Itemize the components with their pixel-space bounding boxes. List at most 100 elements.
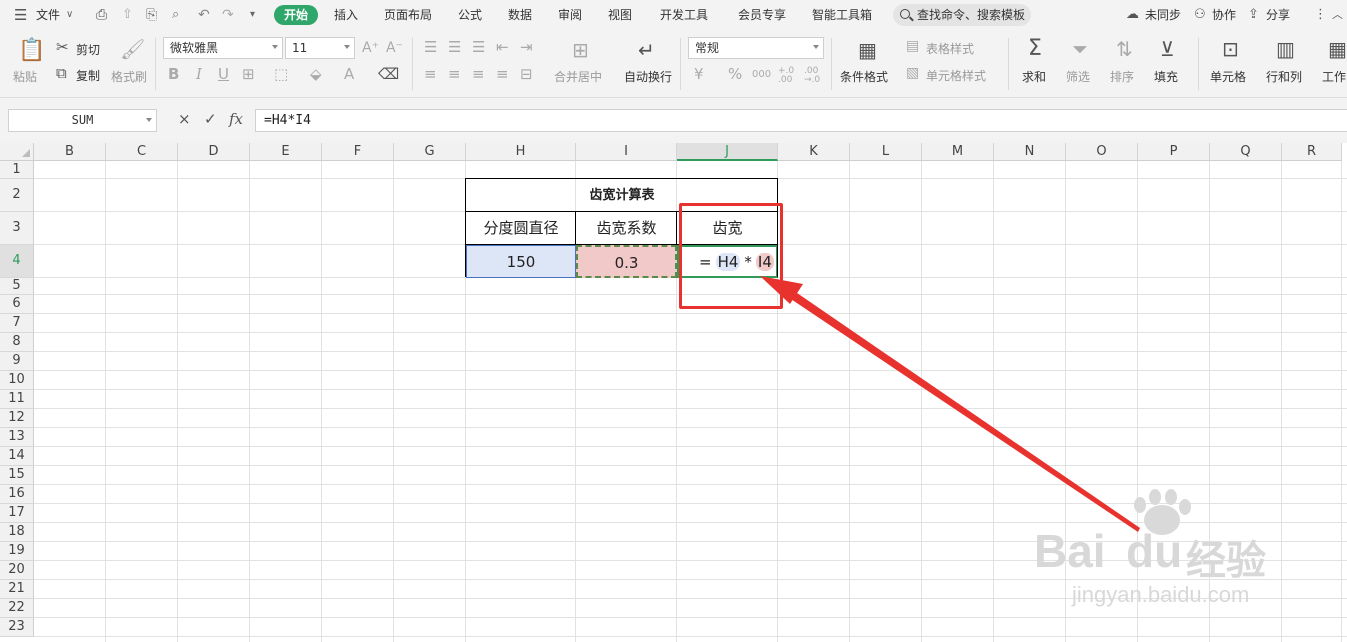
column-header-l[interactable]: L — [850, 143, 922, 161]
undo-icon[interactable]: ↶ — [198, 0, 210, 30]
align-top-icon[interactable]: ☰ — [424, 39, 437, 55]
align-center-icon[interactable]: ≡ — [448, 66, 461, 82]
print-preview-icon[interactable]: ⌕ — [172, 0, 179, 30]
row-header-18[interactable]: 18 — [0, 523, 34, 542]
cell-h4[interactable]: 150 — [466, 245, 576, 278]
distribute-icon[interactable]: ⊟ — [520, 66, 533, 82]
quick-access-dropdown-icon[interactable]: ▾ — [250, 0, 255, 30]
worksheet-button[interactable]: 工作 — [1322, 68, 1346, 85]
collaborate-button[interactable]: 协作 — [1212, 0, 1236, 30]
align-bottom-icon[interactable]: ☰ — [472, 39, 485, 55]
row-header-12[interactable]: 12 — [0, 409, 34, 428]
column-header-c[interactable]: C — [106, 143, 178, 161]
menu-file[interactable]: 文件 — [36, 0, 60, 30]
conditional-format-button[interactable]: 条件格式 — [840, 68, 888, 85]
cell-style-icon[interactable]: ▧ — [906, 65, 919, 81]
percent-button[interactable]: % — [728, 66, 742, 82]
row-header-17[interactable]: 17 — [0, 504, 34, 523]
paste-label[interactable]: 粘贴 — [13, 68, 37, 85]
column-header-e[interactable]: E — [250, 143, 322, 161]
indent-increase-icon[interactable]: ⇥ — [520, 39, 533, 55]
format-painter-label[interactable]: 格式刷 — [111, 68, 147, 85]
fill-color-icon[interactable]: ⬙ — [310, 66, 322, 82]
thousands-button[interactable]: 000 — [752, 67, 771, 83]
share-button[interactable]: 分享 — [1266, 0, 1290, 30]
row-header-1[interactable]: 1 — [0, 161, 34, 179]
column-header-o[interactable]: O — [1066, 143, 1138, 161]
cells-icon[interactable]: ⊡ — [1222, 38, 1239, 60]
column-header-h[interactable]: H — [466, 143, 576, 161]
border-icon[interactable]: ⊞ — [242, 66, 255, 82]
filter-icon[interactable]: ⏷ — [1072, 38, 1088, 60]
hamburger-icon[interactable]: ☰ — [14, 0, 27, 30]
row-header-6[interactable]: 6 — [0, 295, 34, 314]
merge-center-button[interactable]: 合并居中 — [554, 68, 602, 85]
align-middle-icon[interactable]: ☰ — [448, 39, 461, 55]
tab-insert[interactable]: 插入 — [334, 0, 358, 30]
column-header-d[interactable]: D — [178, 143, 250, 161]
rows-cols-button[interactable]: 行和列 — [1266, 68, 1302, 85]
sort-icon[interactable]: ⇅ — [1116, 38, 1133, 60]
worksheet-icon[interactable]: ▦ — [1328, 38, 1347, 60]
column-header-q[interactable]: Q — [1210, 143, 1282, 161]
italic-button[interactable]: I — [196, 66, 202, 82]
more-icon[interactable]: ⋮ — [1314, 0, 1327, 30]
bold-button[interactable]: B — [168, 66, 179, 82]
insert-function-icon[interactable]: fx — [229, 110, 243, 128]
copy-button[interactable]: 复制 — [76, 67, 100, 84]
align-left-icon[interactable]: ≡ — [424, 66, 437, 82]
tab-smart-toolbox[interactable]: 智能工具箱 — [812, 0, 872, 30]
dec-decimal-button[interactable]: .00 →.0 — [804, 67, 826, 85]
scissors-icon[interactable]: ✂ — [56, 39, 69, 55]
table-style-button[interactable]: 表格样式 — [926, 40, 974, 57]
row-header-13[interactable]: 13 — [0, 428, 34, 447]
tab-home[interactable]: 开始 — [274, 5, 319, 25]
row-header-9[interactable]: 9 — [0, 352, 34, 371]
collapse-ribbon-icon[interactable]: ︿ — [1332, 0, 1343, 30]
column-header-g[interactable]: G — [394, 143, 466, 161]
select-all-corner[interactable] — [0, 143, 34, 161]
tab-member[interactable]: 会员专享 — [738, 0, 786, 30]
font-color-icon[interactable]: A — [344, 66, 354, 82]
row-header-7[interactable]: 7 — [0, 314, 34, 333]
underline-button[interactable]: U — [218, 66, 229, 82]
tab-data[interactable]: 数据 — [508, 0, 532, 30]
sync-status[interactable]: 未同步 — [1145, 0, 1181, 30]
row-header-23[interactable]: 23 — [0, 618, 34, 637]
wrap-text-button[interactable]: 自动换行 — [624, 68, 672, 85]
row-header-10[interactable]: 10 — [0, 371, 34, 390]
row-header-20[interactable]: 20 — [0, 561, 34, 580]
row-header-16[interactable]: 16 — [0, 485, 34, 504]
redo-icon[interactable]: ↷ — [222, 0, 234, 30]
tab-developer[interactable]: 开发工具 — [660, 0, 708, 30]
copy-icon[interactable]: ⧉ — [56, 65, 67, 81]
font-size-select[interactable]: 11 — [285, 37, 355, 59]
sum-icon[interactable]: Σ — [1028, 37, 1042, 61]
row-header-5[interactable]: 5 — [0, 278, 34, 295]
column-header-i[interactable]: I — [576, 143, 677, 161]
column-header-r[interactable]: R — [1282, 143, 1342, 161]
rows-cols-icon[interactable]: ▥ — [1276, 38, 1295, 60]
font-name-select[interactable]: 微软雅黑 — [163, 37, 283, 59]
conditional-format-icon[interactable]: ▦ — [858, 39, 877, 61]
column-header-f[interactable]: F — [322, 143, 394, 161]
save-icon[interactable]: ⎙ — [96, 0, 107, 30]
cell-i4[interactable]: 0.3 — [576, 245, 677, 278]
column-header-m[interactable]: M — [922, 143, 994, 161]
currency-button[interactable]: ¥ — [694, 66, 704, 82]
header-width-coefficient[interactable]: 齿宽系数 — [576, 212, 677, 245]
row-header-21[interactable]: 21 — [0, 580, 34, 599]
row-header-22[interactable]: 22 — [0, 599, 34, 618]
row-header-15[interactable]: 15 — [0, 466, 34, 485]
decrease-font-icon[interactable]: A⁻ — [386, 40, 403, 56]
print-icon[interactable]: ⎘ — [146, 0, 157, 30]
number-format-select[interactable]: 常规 — [688, 37, 824, 59]
sum-button[interactable]: 求和 — [1022, 68, 1046, 85]
column-header-p[interactable]: P — [1138, 143, 1210, 161]
paste-icon[interactable]: 📋 — [18, 39, 45, 63]
row-header-8[interactable]: 8 — [0, 333, 34, 352]
enter-icon[interactable]: ✓ — [204, 110, 217, 128]
align-right-icon[interactable]: ≡ — [472, 66, 485, 82]
filter-button[interactable]: 筛选 — [1066, 68, 1090, 85]
tab-formulas[interactable]: 公式 — [458, 0, 482, 30]
